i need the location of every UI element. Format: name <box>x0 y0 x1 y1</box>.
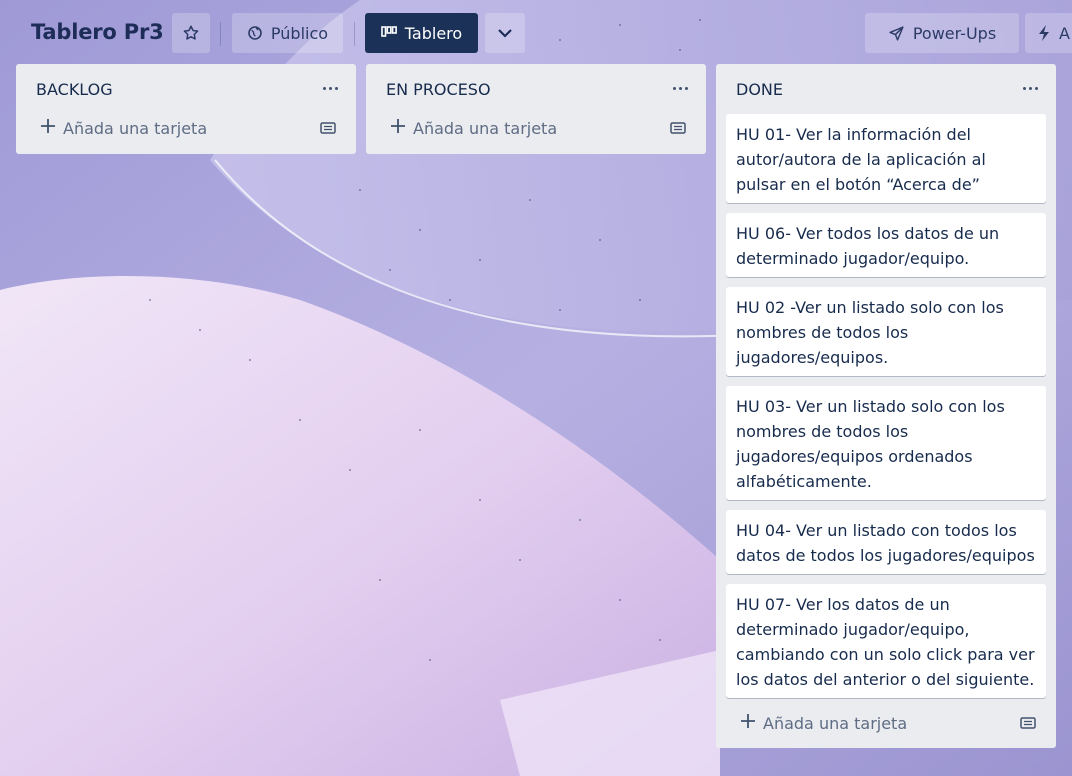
dot <box>334 86 338 90</box>
card[interactable]: HU 07- Ver los datos de un determinado j… <box>726 584 1046 698</box>
card[interactable]: HU 06- Ver todos los datos de un determi… <box>726 213 1046 277</box>
globe-icon <box>248 26 262 40</box>
board-title[interactable]: Tablero Pr3 <box>31 20 164 44</box>
dot <box>1034 86 1038 90</box>
plus-icon <box>741 714 755 728</box>
powerups-button[interactable]: Power-Ups <box>865 13 1019 53</box>
star-button[interactable] <box>172 13 210 53</box>
visibility-button[interactable]: Público <box>232 13 343 53</box>
view-switcher-dropdown[interactable] <box>485 13 525 53</box>
star-icon <box>183 25 199 40</box>
dot <box>672 86 676 90</box>
list-title[interactable]: EN PROCESO <box>386 80 491 99</box>
card[interactable]: HU 01- Ver la información del autor/auto… <box>726 114 1046 203</box>
header-divider <box>220 22 221 46</box>
add-card-label: Añada una tarjeta <box>763 714 908 733</box>
card-template-icon[interactable] <box>320 121 336 135</box>
card-template-icon[interactable] <box>670 121 686 135</box>
powerups-label: Power-Ups <box>912 23 997 43</box>
plus-icon <box>391 119 405 133</box>
add-card-label: Añada una tarjeta <box>63 119 208 138</box>
dot <box>684 86 688 90</box>
automation-button[interactable]: A <box>1025 13 1072 53</box>
add-card-button[interactable]: Añada una tarjeta <box>376 109 696 154</box>
board-view-label: Tablero <box>404 23 463 43</box>
card-template-icon[interactable] <box>1020 716 1036 730</box>
dot <box>328 86 332 90</box>
board-icon <box>380 26 397 37</box>
list-menu-button[interactable] <box>1020 76 1040 100</box>
list-en-proceso: EN PROCESO Añada una tarjeta <box>366 64 706 154</box>
list-title[interactable]: DONE <box>736 80 783 99</box>
rocket-icon <box>889 25 904 41</box>
dot <box>1028 86 1032 90</box>
card[interactable]: HU 03- Ver un listado solo con los nombr… <box>726 386 1046 500</box>
add-card-button[interactable]: Añada una tarjeta <box>726 704 1046 748</box>
visibility-label: Público <box>270 23 329 43</box>
list-header: BACKLOG <box>26 64 346 114</box>
dot <box>1022 86 1026 90</box>
list-menu-button[interactable] <box>670 76 690 100</box>
list-header: EN PROCESO <box>376 64 696 114</box>
add-card-button[interactable]: Añada una tarjeta <box>26 109 346 154</box>
plus-icon <box>41 119 55 133</box>
chevron-down-icon <box>498 29 512 38</box>
dot <box>678 86 682 90</box>
board-view-button[interactable]: Tablero <box>365 13 478 53</box>
list-header: DONE <box>726 64 1046 114</box>
list-backlog: BACKLOG Añada una tarjeta <box>16 64 356 154</box>
list-title[interactable]: BACKLOG <box>36 80 113 99</box>
header-divider <box>354 22 355 46</box>
list-menu-button[interactable] <box>320 76 340 100</box>
board-header: Tablero Pr3 Público Tablero Power-Ups A <box>0 0 1072 66</box>
lightning-icon <box>1039 25 1049 41</box>
add-card-label: Añada una tarjeta <box>413 119 558 138</box>
list-done: DONE HU 01- Ver la información del autor… <box>716 64 1056 748</box>
card[interactable]: HU 04- Ver un listado con todos los dato… <box>726 510 1046 574</box>
automation-label: A <box>1059 23 1070 43</box>
dot <box>322 86 326 90</box>
card[interactable]: HU 02 -Ver un listado solo con los nombr… <box>726 287 1046 376</box>
